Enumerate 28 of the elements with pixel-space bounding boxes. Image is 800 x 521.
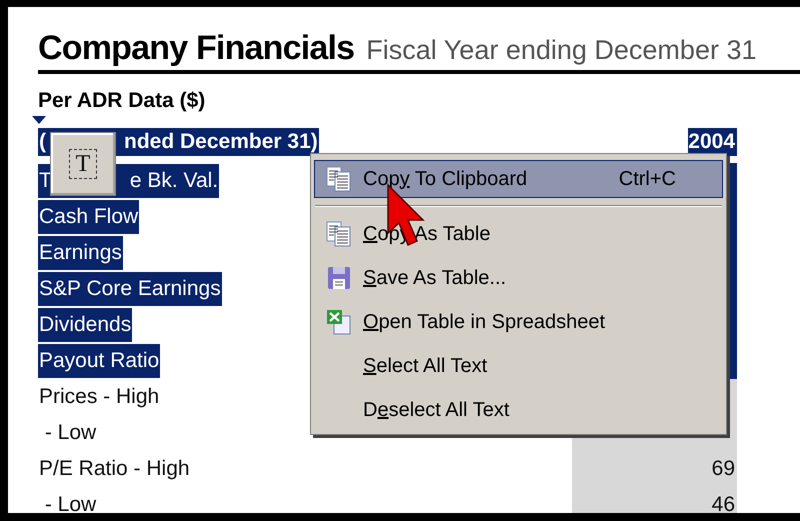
column-header: ( xyxy=(38,128,47,156)
copy-icon xyxy=(325,220,353,248)
menu-item[interactable]: Open Table in Spreadsheet xyxy=(314,300,723,344)
selection-caret-icon xyxy=(32,116,46,124)
menu-item[interactable]: Save As Table... xyxy=(314,256,723,300)
row-label: Prices - High xyxy=(38,384,160,410)
text-tool-button[interactable]: T xyxy=(50,132,116,196)
spreadsheet-icon xyxy=(325,308,353,336)
page-subtitle: Fiscal Year ending December 31 xyxy=(366,35,756,66)
menu-item[interactable]: Copy To Clipboard Ctrl+C xyxy=(314,160,723,198)
page-title: Company Financials xyxy=(38,29,354,68)
section-title: Per ADR Data ($) xyxy=(38,89,206,112)
row-label: S&P Core Earnings xyxy=(38,272,222,306)
copy-icon xyxy=(325,165,353,193)
year-header: 2004 xyxy=(688,128,737,156)
menu-item[interactable]: Deselect All Text xyxy=(314,388,723,432)
row-label: Payout Ratio xyxy=(38,344,160,378)
row-label: P/E Ratio - High xyxy=(38,456,191,482)
table-cell: 46 xyxy=(572,487,737,513)
row-label: Dividends xyxy=(38,308,132,342)
row-label: - Low xyxy=(44,492,98,513)
row-label: e Bk. Val. xyxy=(128,164,220,198)
table-cell: 69 xyxy=(572,451,737,487)
row-label: - Low xyxy=(44,420,98,446)
row-label: Cash Flow xyxy=(38,200,140,234)
column-header: nded December 31) xyxy=(123,128,319,156)
row-label: Earnings xyxy=(38,236,123,270)
menu-item[interactable]: Select All Text xyxy=(314,344,723,388)
